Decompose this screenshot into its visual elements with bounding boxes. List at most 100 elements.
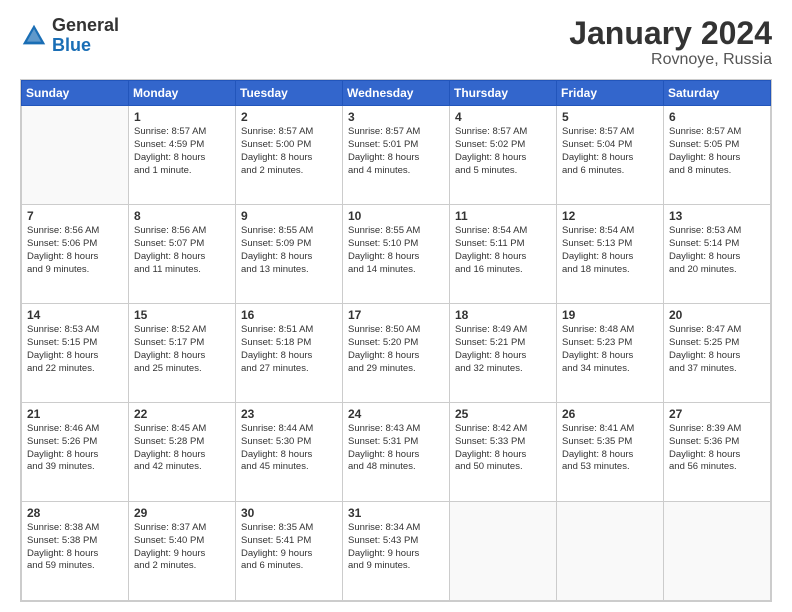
header-sunday: Sunday bbox=[22, 81, 129, 106]
header: General Blue January 2024 Rovnoye, Russi… bbox=[20, 16, 772, 69]
calendar-week-1: 1Sunrise: 8:57 AM Sunset: 4:59 PM Daylig… bbox=[22, 106, 771, 205]
day-info: Sunrise: 8:47 AM Sunset: 5:25 PM Dayligh… bbox=[669, 324, 765, 375]
calendar-week-4: 21 Sunrise: 8:46 AM Sunset: 5:26 PM Dayli… bbox=[22, 403, 771, 502]
calendar-cell: 30 Sunrise: 8:35 AM Sunset: 5:41 PM Dayli… bbox=[236, 502, 343, 601]
day-number: 24 bbox=[348, 407, 444, 421]
day-info: Sunrise: 8:57 AM Sunset: 5:00 PM Dayligh… bbox=[241, 126, 337, 177]
day-info: Sunrise: 8:57 AM Sunset: 5:04 PM Dayligh… bbox=[562, 126, 658, 177]
logo-blue: Blue bbox=[52, 35, 91, 55]
logo-general: General bbox=[52, 15, 119, 35]
calendar-cell: 3Sunrise: 8:57 AM Sunset: 5:01 PM Daylig… bbox=[343, 106, 450, 205]
calendar-cell: 8Sunrise: 8:56 AM Sunset: 5:07 PM Daylig… bbox=[129, 205, 236, 304]
calendar-cell: 23 Sunrise: 8:44 AM Sunset: 5:30 PM Dayli… bbox=[236, 403, 343, 502]
calendar-cell: 24 Sunrise: 8:43 AM Sunset: 5:31 PM Dayli… bbox=[343, 403, 450, 502]
day-info: Sunrise: 8:41 AM Sunset: 5:35 PM Dayligh… bbox=[562, 423, 658, 474]
day-number: 14 bbox=[27, 308, 123, 322]
calendar-cell: 27 Sunrise: 8:39 AM Sunset: 5:36 PM Dayli… bbox=[664, 403, 771, 502]
day-info: Sunrise: 8:39 AM Sunset: 5:36 PM Dayligh… bbox=[669, 423, 765, 474]
day-info: Sunrise: 8:44 AM Sunset: 5:30 PM Dayligh… bbox=[241, 423, 337, 474]
day-number: 18 bbox=[455, 308, 551, 322]
day-info: Sunrise: 8:56 AM Sunset: 5:06 PM Dayligh… bbox=[27, 225, 123, 276]
calendar-cell: 13 Sunrise: 8:53 AM Sunset: 5:14 PM Dayli… bbox=[664, 205, 771, 304]
day-info: Sunrise: 8:37 AM Sunset: 5:40 PM Dayligh… bbox=[134, 522, 230, 573]
logo-icon bbox=[20, 22, 48, 50]
day-info: Sunrise: 8:56 AM Sunset: 5:07 PM Dayligh… bbox=[134, 225, 230, 276]
calendar-cell: 20Sunrise: 8:47 AM Sunset: 5:25 PM Dayli… bbox=[664, 304, 771, 403]
calendar-cell: 19Sunrise: 8:48 AM Sunset: 5:23 PM Dayli… bbox=[557, 304, 664, 403]
day-number: 23 bbox=[241, 407, 337, 421]
calendar-cell: 25Sunrise: 8:42 AM Sunset: 5:33 PM Dayli… bbox=[450, 403, 557, 502]
day-number: 15 bbox=[134, 308, 230, 322]
calendar-body: 1Sunrise: 8:57 AM Sunset: 4:59 PM Daylig… bbox=[22, 106, 771, 601]
day-info: Sunrise: 8:54 AM Sunset: 5:11 PM Dayligh… bbox=[455, 225, 551, 276]
day-info: Sunrise: 8:43 AM Sunset: 5:31 PM Dayligh… bbox=[348, 423, 444, 474]
header-monday: Monday bbox=[129, 81, 236, 106]
calendar-cell: 16 Sunrise: 8:51 AM Sunset: 5:18 PM Dayli… bbox=[236, 304, 343, 403]
calendar-cell bbox=[557, 502, 664, 601]
calendar-cell: 21 Sunrise: 8:46 AM Sunset: 5:26 PM Dayli… bbox=[22, 403, 129, 502]
calendar-cell: 10 Sunrise: 8:55 AM Sunset: 5:10 PM Dayli… bbox=[343, 205, 450, 304]
title-block: January 2024 Rovnoye, Russia bbox=[569, 16, 772, 69]
day-number: 22 bbox=[134, 407, 230, 421]
day-number: 31 bbox=[348, 506, 444, 520]
day-info: Sunrise: 8:52 AM Sunset: 5:17 PM Dayligh… bbox=[134, 324, 230, 375]
calendar-cell: 12Sunrise: 8:54 AM Sunset: 5:13 PM Dayli… bbox=[557, 205, 664, 304]
day-number: 30 bbox=[241, 506, 337, 520]
calendar: Sunday Monday Tuesday Wednesday Thursday… bbox=[20, 79, 772, 602]
calendar-cell: 18 Sunrise: 8:49 AM Sunset: 5:21 PM Dayli… bbox=[450, 304, 557, 403]
day-info: Sunrise: 8:35 AM Sunset: 5:41 PM Dayligh… bbox=[241, 522, 337, 573]
day-info: Sunrise: 8:57 AM Sunset: 5:02 PM Dayligh… bbox=[455, 126, 551, 177]
day-number: 21 bbox=[27, 407, 123, 421]
day-number: 6 bbox=[669, 110, 765, 124]
calendar-week-3: 14 Sunrise: 8:53 AM Sunset: 5:15 PM Dayli… bbox=[22, 304, 771, 403]
day-info: Sunrise: 8:38 AM Sunset: 5:38 PM Dayligh… bbox=[27, 522, 123, 573]
header-saturday: Saturday bbox=[664, 81, 771, 106]
calendar-cell: 26 Sunrise: 8:41 AM Sunset: 5:35 PM Dayli… bbox=[557, 403, 664, 502]
day-number: 11 bbox=[455, 209, 551, 223]
day-info: Sunrise: 8:50 AM Sunset: 5:20 PM Dayligh… bbox=[348, 324, 444, 375]
calendar-cell: 29Sunrise: 8:37 AM Sunset: 5:40 PM Dayli… bbox=[129, 502, 236, 601]
subtitle: Rovnoye, Russia bbox=[569, 51, 772, 69]
calendar-cell bbox=[450, 502, 557, 601]
day-info: Sunrise: 8:53 AM Sunset: 5:15 PM Dayligh… bbox=[27, 324, 123, 375]
day-number: 27 bbox=[669, 407, 765, 421]
day-number: 9 bbox=[241, 209, 337, 223]
calendar-cell: 28 Sunrise: 8:38 AM Sunset: 5:38 PM Dayli… bbox=[22, 502, 129, 601]
day-info: Sunrise: 8:53 AM Sunset: 5:14 PM Dayligh… bbox=[669, 225, 765, 276]
day-number: 5 bbox=[562, 110, 658, 124]
day-info: Sunrise: 8:49 AM Sunset: 5:21 PM Dayligh… bbox=[455, 324, 551, 375]
day-number: 10 bbox=[348, 209, 444, 223]
calendar-table: Sunday Monday Tuesday Wednesday Thursday… bbox=[21, 80, 771, 601]
day-info: Sunrise: 8:57 AM Sunset: 4:59 PM Dayligh… bbox=[134, 126, 230, 177]
header-thursday: Thursday bbox=[450, 81, 557, 106]
calendar-cell: 17Sunrise: 8:50 AM Sunset: 5:20 PM Dayli… bbox=[343, 304, 450, 403]
calendar-cell: 2Sunrise: 8:57 AM Sunset: 5:00 PM Daylig… bbox=[236, 106, 343, 205]
calendar-cell: 7Sunrise: 8:56 AM Sunset: 5:06 PM Daylig… bbox=[22, 205, 129, 304]
day-number: 4 bbox=[455, 110, 551, 124]
day-info: Sunrise: 8:51 AM Sunset: 5:18 PM Dayligh… bbox=[241, 324, 337, 375]
header-friday: Friday bbox=[557, 81, 664, 106]
calendar-cell: 11 Sunrise: 8:54 AM Sunset: 5:11 PM Dayli… bbox=[450, 205, 557, 304]
calendar-cell: 6 Sunrise: 8:57 AM Sunset: 5:05 PM Daylig… bbox=[664, 106, 771, 205]
calendar-week-5: 28 Sunrise: 8:38 AM Sunset: 5:38 PM Dayli… bbox=[22, 502, 771, 601]
day-info: Sunrise: 8:46 AM Sunset: 5:26 PM Dayligh… bbox=[27, 423, 123, 474]
calendar-cell: 9Sunrise: 8:55 AM Sunset: 5:09 PM Daylig… bbox=[236, 205, 343, 304]
day-info: Sunrise: 8:34 AM Sunset: 5:43 PM Dayligh… bbox=[348, 522, 444, 573]
day-info: Sunrise: 8:45 AM Sunset: 5:28 PM Dayligh… bbox=[134, 423, 230, 474]
main-title: January 2024 bbox=[569, 16, 772, 51]
day-info: Sunrise: 8:57 AM Sunset: 5:05 PM Dayligh… bbox=[669, 126, 765, 177]
day-number: 25 bbox=[455, 407, 551, 421]
calendar-cell: 5 Sunrise: 8:57 AM Sunset: 5:04 PM Daylig… bbox=[557, 106, 664, 205]
header-tuesday: Tuesday bbox=[236, 81, 343, 106]
page: General Blue January 2024 Rovnoye, Russi… bbox=[0, 0, 792, 612]
calendar-week-2: 7Sunrise: 8:56 AM Sunset: 5:06 PM Daylig… bbox=[22, 205, 771, 304]
header-wednesday: Wednesday bbox=[343, 81, 450, 106]
header-row: Sunday Monday Tuesday Wednesday Thursday… bbox=[22, 81, 771, 106]
calendar-cell: 31 Sunrise: 8:34 AM Sunset: 5:43 PM Dayli… bbox=[343, 502, 450, 601]
day-number: 26 bbox=[562, 407, 658, 421]
day-number: 13 bbox=[669, 209, 765, 223]
day-info: Sunrise: 8:55 AM Sunset: 5:10 PM Dayligh… bbox=[348, 225, 444, 276]
day-number: 28 bbox=[27, 506, 123, 520]
calendar-cell bbox=[664, 502, 771, 601]
day-number: 16 bbox=[241, 308, 337, 322]
